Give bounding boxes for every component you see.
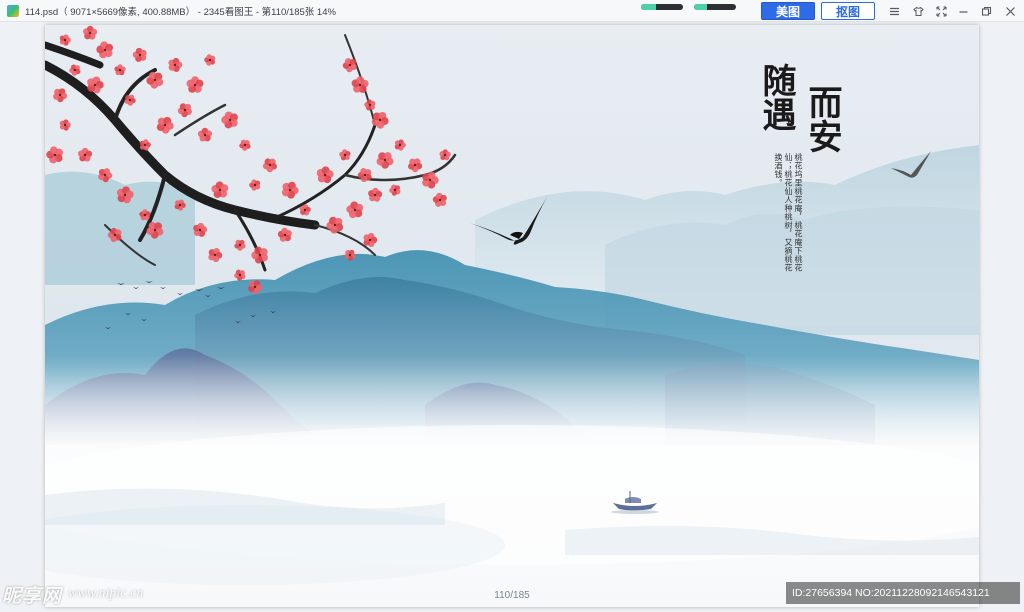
artwork-title-line2: 而安 <box>802 85 842 153</box>
displayed-image[interactable]: 随遇 而安 桃花坞里桃花庵，桃花庵下桃花仙；桃花仙人种桃树，又摘桃花换酒钱。 1… <box>45 25 979 607</box>
beautify-button[interactable]: 美图 <box>761 2 815 20</box>
restore-icon[interactable] <box>978 3 994 19</box>
watermark-logo-text: 昵享网 <box>2 584 63 607</box>
shirt-icon[interactable] <box>910 3 926 19</box>
window-title: 114.psd（ 9071×5669像素, 400.88MB） - 2345看图… <box>25 6 336 18</box>
close-icon[interactable] <box>1002 3 1018 19</box>
menu-icon[interactable] <box>886 3 902 19</box>
watermark-id: ID:27656394 NO:20211228092146543121 <box>786 582 1020 604</box>
app-logo-icon <box>7 4 19 17</box>
artwork-poem: 桃花坞里桃花庵，桃花庵下桃花仙；桃花仙人种桃树，又摘桃花换酒钱。 <box>774 153 803 272</box>
progress-fill-1 <box>641 4 656 10</box>
image-viewer-app: 114.psd（ 9071×5669像素, 400.88MB） - 2345看图… <box>0 0 1024 612</box>
progress-fill-2 <box>694 4 707 10</box>
title-bar[interactable]: 114.psd（ 9071×5669像素, 400.88MB） - 2345看图… <box>0 0 1024 22</box>
progress-indicator-1[interactable] <box>641 4 683 10</box>
fullscreen-icon[interactable] <box>933 3 949 19</box>
image-viewport[interactable]: 随遇 而安 桃花坞里桃花庵，桃花庵下桃花仙；桃花仙人种桃树，又摘桃花换酒钱。 1… <box>0 22 1024 612</box>
cutout-button[interactable]: 抠图 <box>821 2 875 20</box>
progress-indicator-2[interactable] <box>694 4 736 10</box>
artwork-title-line1: 随遇 <box>756 63 796 131</box>
watermark-url: www.nipic.cn <box>68 586 144 601</box>
minimize-icon[interactable] <box>955 3 971 19</box>
watermark-logo: 昵享网 www.nipic.cn <box>2 580 143 608</box>
